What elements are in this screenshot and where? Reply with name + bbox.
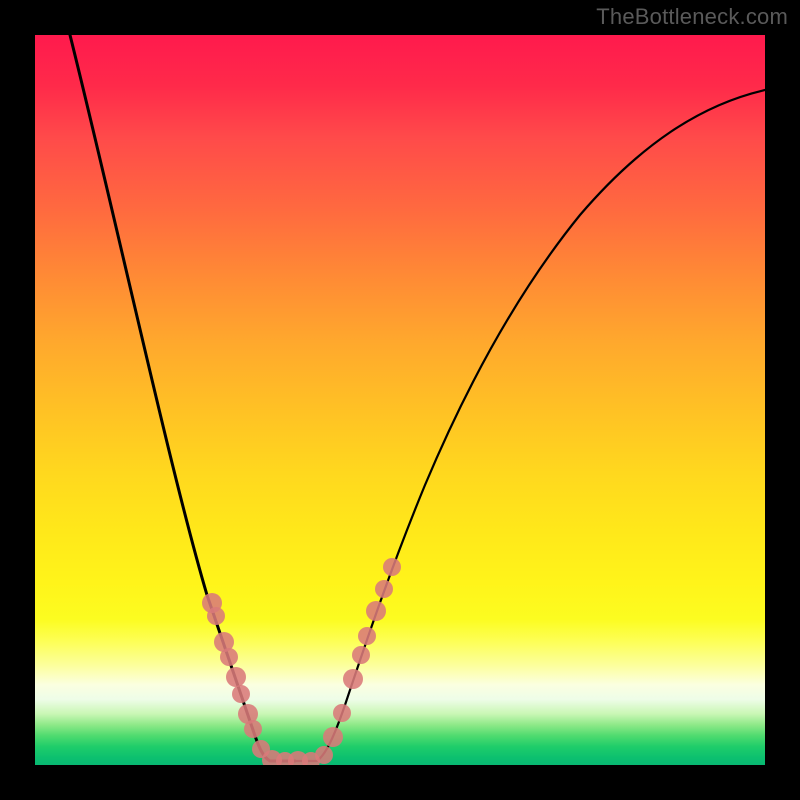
marker-group — [202, 558, 401, 765]
data-point — [383, 558, 401, 576]
data-point — [232, 685, 250, 703]
data-point — [244, 720, 262, 738]
watermark-text: TheBottleneck.com — [596, 4, 788, 30]
data-point — [315, 746, 333, 764]
data-point — [226, 667, 246, 687]
data-point — [207, 607, 225, 625]
data-point — [366, 601, 386, 621]
data-point — [323, 727, 343, 747]
data-point — [220, 648, 238, 666]
data-point — [343, 669, 363, 689]
plot-area — [35, 35, 765, 765]
chart-frame: TheBottleneck.com — [0, 0, 800, 800]
data-point — [352, 646, 370, 664]
data-point — [358, 627, 376, 645]
left-curve — [70, 35, 295, 761]
curves-svg — [35, 35, 765, 765]
data-point — [375, 580, 393, 598]
data-point — [333, 704, 351, 722]
